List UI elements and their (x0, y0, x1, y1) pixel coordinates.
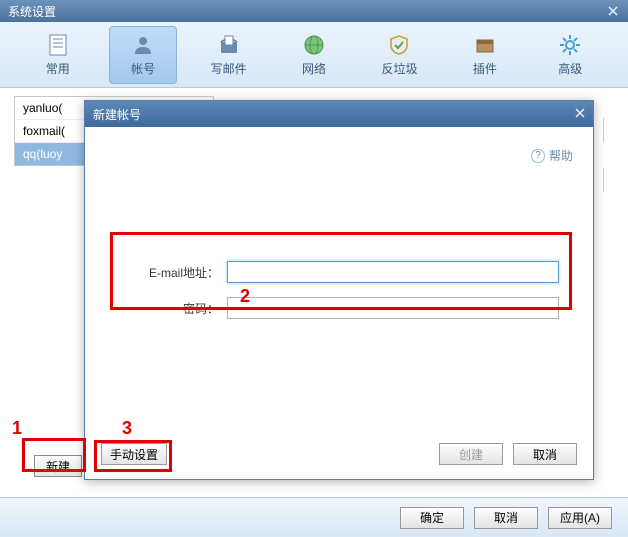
email-field[interactable] (227, 261, 559, 283)
cancel-button[interactable]: 取消 (474, 507, 538, 529)
toolbar-advanced[interactable]: 高级 (537, 26, 604, 84)
shield-icon (386, 32, 412, 58)
help-icon: ? (531, 149, 545, 163)
separator (603, 118, 604, 142)
toolbar-label: 帐号 (131, 60, 155, 77)
toolbar-label: 反垃圾 (381, 60, 417, 77)
dialog-cancel-button[interactable]: 取消 (513, 443, 577, 465)
window-title: 系统设置 (8, 3, 56, 20)
password-row: 密码： (119, 297, 559, 319)
toolbar-plugin[interactable]: 插件 (451, 26, 518, 84)
apply-button[interactable]: 应用(A) (548, 507, 612, 529)
ok-button[interactable]: 确定 (400, 507, 464, 529)
main-footer: 确定 取消 应用(A) (0, 497, 628, 537)
dialog-close-icon[interactable] (575, 107, 585, 121)
dialog-title: 新建帐号 (93, 106, 141, 123)
plugin-icon (472, 32, 498, 58)
gear-icon (557, 32, 583, 58)
form-area: E-mail地址： 密码： (109, 247, 569, 347)
globe-icon (301, 32, 327, 58)
toolbar-label: 高级 (558, 60, 582, 77)
password-label: 密码： (119, 300, 219, 317)
password-field[interactable] (227, 297, 559, 319)
dialog-footer: 手动设置 创建 取消 (85, 443, 593, 465)
email-row: E-mail地址： (119, 261, 559, 283)
toolbar-spam[interactable]: 反垃圾 (366, 26, 433, 84)
user-icon (130, 32, 156, 58)
toolbar: 常用 帐号 写邮件 网络 反垃圾 插件 高级 (0, 22, 628, 88)
toolbar-account[interactable]: 帐号 (109, 26, 176, 84)
manual-settings-button[interactable]: 手动设置 (101, 443, 167, 465)
toolbar-network[interactable]: 网络 (280, 26, 347, 84)
toolbar-compose[interactable]: 写邮件 (195, 26, 262, 84)
compose-icon (216, 32, 242, 58)
new-account-button[interactable]: 新建 (34, 455, 82, 477)
dialog-body: ? 帮助 E-mail地址： 密码： 手动设置 创建 取消 (85, 127, 593, 479)
toolbar-label: 常用 (46, 60, 70, 77)
doc-icon (45, 32, 71, 58)
help-label: 帮助 (549, 147, 573, 164)
close-icon[interactable] (606, 4, 620, 18)
toolbar-label: 插件 (473, 60, 497, 77)
dialog-titlebar: 新建帐号 (85, 101, 593, 127)
toolbar-label: 网络 (302, 60, 326, 77)
separator (603, 168, 604, 192)
email-label: E-mail地址： (119, 264, 219, 281)
toolbar-common[interactable]: 常用 (24, 26, 91, 84)
help-link[interactable]: ? 帮助 (531, 147, 573, 164)
new-account-dialog: 新建帐号 ? 帮助 E-mail地址： 密码： 手动设置 创建 取消 (84, 100, 594, 480)
create-button[interactable]: 创建 (439, 443, 503, 465)
toolbar-label: 写邮件 (211, 60, 247, 77)
titlebar: 系统设置 (0, 0, 628, 22)
